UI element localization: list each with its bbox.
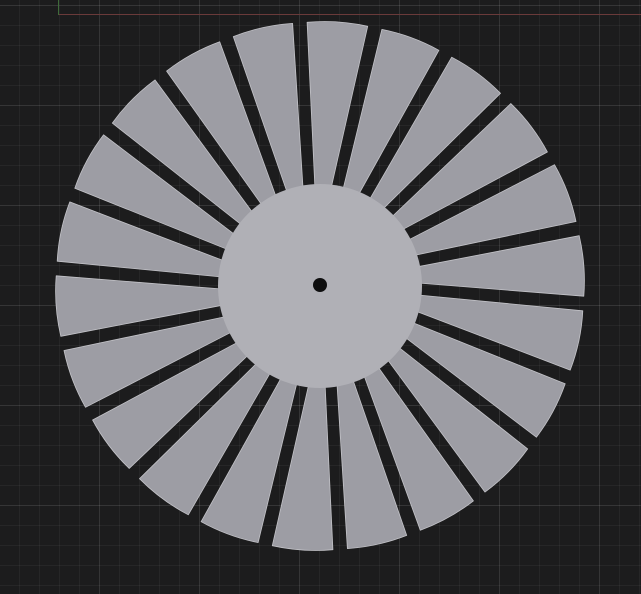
impeller-model[interactable] xyxy=(0,0,641,594)
3d-viewport[interactable] xyxy=(0,0,641,594)
center-hole xyxy=(313,278,327,292)
